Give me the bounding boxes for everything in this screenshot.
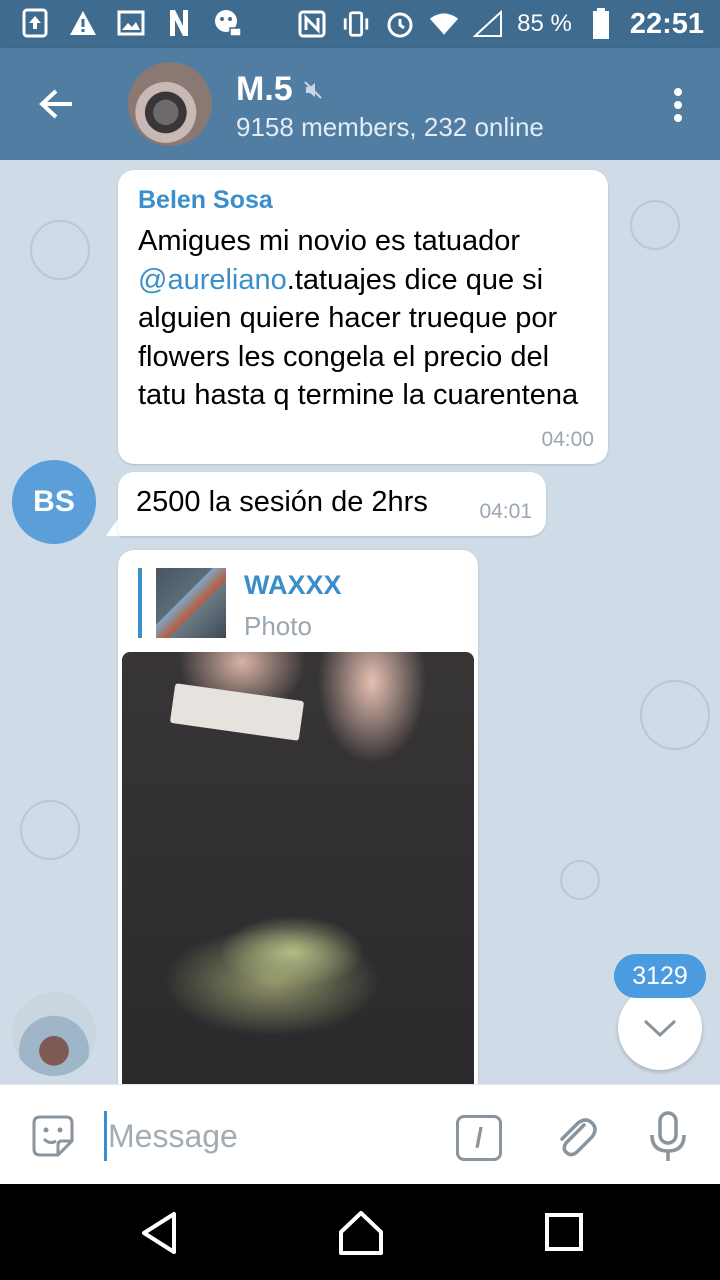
sticker-button[interactable] [30,1113,76,1159]
back-arrow-icon [39,89,72,119]
triangle-back-icon [142,1212,176,1254]
status-bar: 85 % 22:51 [0,0,720,48]
chevron-down-icon [643,1019,677,1038]
message-sender[interactable]: Belen Sosa [138,186,273,215]
message-text: 2500 la sesión de 2hrs [136,486,428,518]
chat-area[interactable]: Belen Sosa Amigues mi novio es tatuador … [0,160,720,1084]
bug-icon [212,8,242,38]
background-doodle [630,200,680,250]
vibrate-icon [341,9,371,39]
bot-command-button[interactable]: / [456,1115,502,1161]
voice-message-button[interactable] [646,1109,690,1165]
message-composer: / [0,1084,720,1184]
group-subtitle: 9158 members, 232 online [236,112,544,142]
alarm-icon [385,9,415,39]
n-logo-icon [164,8,194,38]
warning-icon [68,8,98,38]
message-bubble[interactable]: Belen Sosa Amigues mi novio es tatuador … [118,170,608,464]
message-time: 04:00 [541,428,594,451]
reply-sender: WAXXX [244,570,342,600]
system-nav-bar [0,1184,720,1280]
microphone-icon [650,1111,686,1161]
sticker-icon [32,1115,74,1157]
group-avatar[interactable] [128,62,212,146]
image-icon [116,8,146,38]
battery-percent: 85 % [517,10,572,37]
mention-link[interactable]: @aureliano [138,264,287,296]
home-icon [339,1211,383,1255]
recents-icon [545,1213,583,1251]
background-doodle [560,860,600,900]
photo-detail [169,683,305,741]
nav-recents-button[interactable] [540,1208,590,1258]
attach-button[interactable] [550,1111,600,1161]
dot [674,101,682,109]
group-name: M.5 [236,70,293,108]
scroll-down-button[interactable] [618,986,702,1070]
unread-count-badge: 3129 [614,954,706,998]
chat-header: M.5 9158 members, 232 online [0,48,720,160]
message-bubble[interactable]: 2500 la sesión de 2hrs 04:01 [118,472,546,536]
dot [674,88,682,96]
back-button[interactable] [26,78,86,130]
text-caret [104,1111,107,1161]
message-input[interactable] [108,1109,428,1163]
message-photo[interactable] [122,652,474,1084]
group-title[interactable]: M.5 [236,70,323,109]
clock: 22:51 [629,7,704,40]
message-time: 04:01 [479,500,532,523]
paperclip-icon [560,1118,597,1157]
background-doodle [20,800,80,860]
avatar[interactable]: BS [12,460,96,544]
background-doodle [640,680,710,750]
reply-type: Photo [244,611,312,641]
wifi-icon [429,9,459,39]
avatar[interactable] [12,992,96,1076]
reply-preview[interactable]: WAXXX Photo [138,568,342,641]
text-part: Amigues mi novio es tatuador [138,225,521,257]
message-text: Amigues mi novio es tatuador @aureliano.… [138,222,598,415]
nfc-icon [297,9,327,39]
dot [674,114,682,122]
battery-icon [586,8,616,39]
upload-icon [20,8,50,38]
nav-back-button[interactable] [136,1208,186,1258]
reply-thumbnail [156,568,226,638]
background-doodle [30,220,90,280]
signal-icon [473,9,503,39]
more-options-button[interactable] [658,82,698,128]
muted-icon [303,70,323,109]
nav-home-button[interactable] [336,1208,386,1258]
message-bubble[interactable]: WAXXX Photo [118,550,478,1084]
